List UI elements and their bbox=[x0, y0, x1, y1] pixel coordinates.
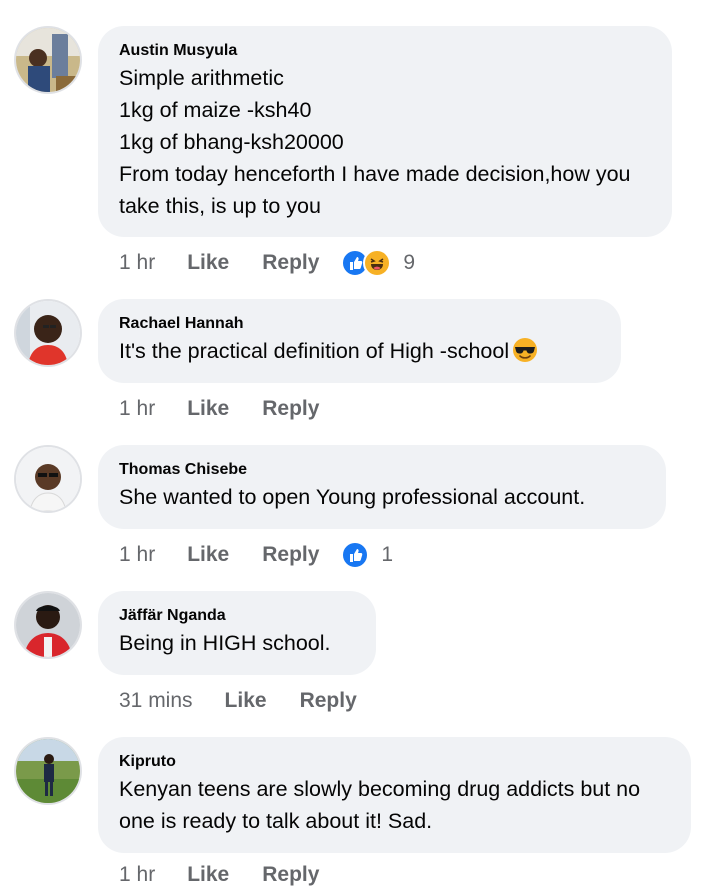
comment-bubble: Austin Musyula Simple arithmetic 1kg of … bbox=[98, 26, 672, 237]
comment-text: Kenyan teens are slowly becoming drug ad… bbox=[119, 777, 641, 833]
comment-text: She wanted to open Young professional ac… bbox=[119, 485, 586, 509]
like-button[interactable]: Like bbox=[187, 543, 229, 567]
comment-actions: 1 hr Like Reply 9 bbox=[119, 248, 415, 278]
haha-icon bbox=[363, 249, 392, 277]
comment-author[interactable]: Austin Musyula bbox=[119, 41, 650, 61]
reaction-count: 1 bbox=[381, 543, 394, 566]
avatar[interactable] bbox=[16, 301, 80, 365]
comment-author[interactable]: Kipruto bbox=[119, 752, 669, 772]
reply-button[interactable]: Reply bbox=[300, 689, 357, 713]
avatar[interactable] bbox=[16, 28, 80, 92]
like-button[interactable]: Like bbox=[225, 689, 267, 713]
comment-author[interactable]: Thomas Chisebe bbox=[119, 460, 644, 480]
comment-text-content: It's the practical definition of High -s… bbox=[119, 339, 510, 363]
comment-timestamp[interactable]: 1 hr bbox=[119, 251, 155, 275]
comment-timestamp[interactable]: 1 hr bbox=[119, 397, 155, 421]
avatar[interactable] bbox=[16, 447, 80, 511]
comment-bubble: Thomas Chisebe She wanted to open Young … bbox=[98, 445, 666, 529]
avatar[interactable] bbox=[16, 593, 80, 657]
like-button[interactable]: Like bbox=[187, 251, 229, 275]
comment-timestamp[interactable]: 1 hr bbox=[119, 863, 155, 887]
reply-button[interactable]: Reply bbox=[262, 397, 319, 421]
comment-actions: 1 hr Like Reply bbox=[119, 860, 319, 890]
like-icon bbox=[341, 541, 370, 569]
comment-author[interactable]: Jäffär Nganda bbox=[119, 606, 354, 626]
reaction-count: 9 bbox=[403, 251, 416, 274]
comment-bubble: Jäffär Nganda Being in HIGH school. bbox=[98, 591, 376, 675]
avatar[interactable] bbox=[16, 739, 80, 803]
like-button[interactable]: Like bbox=[187, 863, 229, 887]
reply-button[interactable]: Reply bbox=[262, 863, 319, 887]
reactions-summary[interactable]: 1 bbox=[341, 541, 393, 569]
previous-reply-link-fragment[interactable]: · · · bbox=[318, 0, 352, 12]
reactions-summary[interactable]: 9 bbox=[341, 249, 415, 277]
like-button[interactable]: Like bbox=[187, 397, 229, 421]
comment-text: It's the practical definition of High -s… bbox=[119, 335, 599, 367]
comment-actions: 1 hr Like Reply 1 bbox=[119, 540, 393, 570]
comment-timestamp[interactable]: 1 hr bbox=[119, 543, 155, 567]
comment-bubble: Kipruto Kenyan teens are slowly becoming… bbox=[98, 737, 691, 853]
sunglasses-face-icon bbox=[511, 336, 539, 364]
reply-button[interactable]: Reply bbox=[262, 251, 319, 275]
comment-actions: 1 hr Like Reply bbox=[119, 394, 319, 424]
comment-bubble: Rachael Hannah It's the practical defini… bbox=[98, 299, 621, 383]
comment-text: Being in HIGH school. bbox=[119, 631, 331, 655]
comment-actions: 31 mins Like Reply bbox=[119, 686, 357, 716]
comment-timestamp[interactable]: 31 mins bbox=[119, 689, 193, 713]
reply-button[interactable]: Reply bbox=[262, 543, 319, 567]
comment-author[interactable]: Rachael Hannah bbox=[119, 314, 599, 334]
comment-text: Simple arithmetic 1kg of maize -ksh40 1k… bbox=[119, 66, 631, 218]
